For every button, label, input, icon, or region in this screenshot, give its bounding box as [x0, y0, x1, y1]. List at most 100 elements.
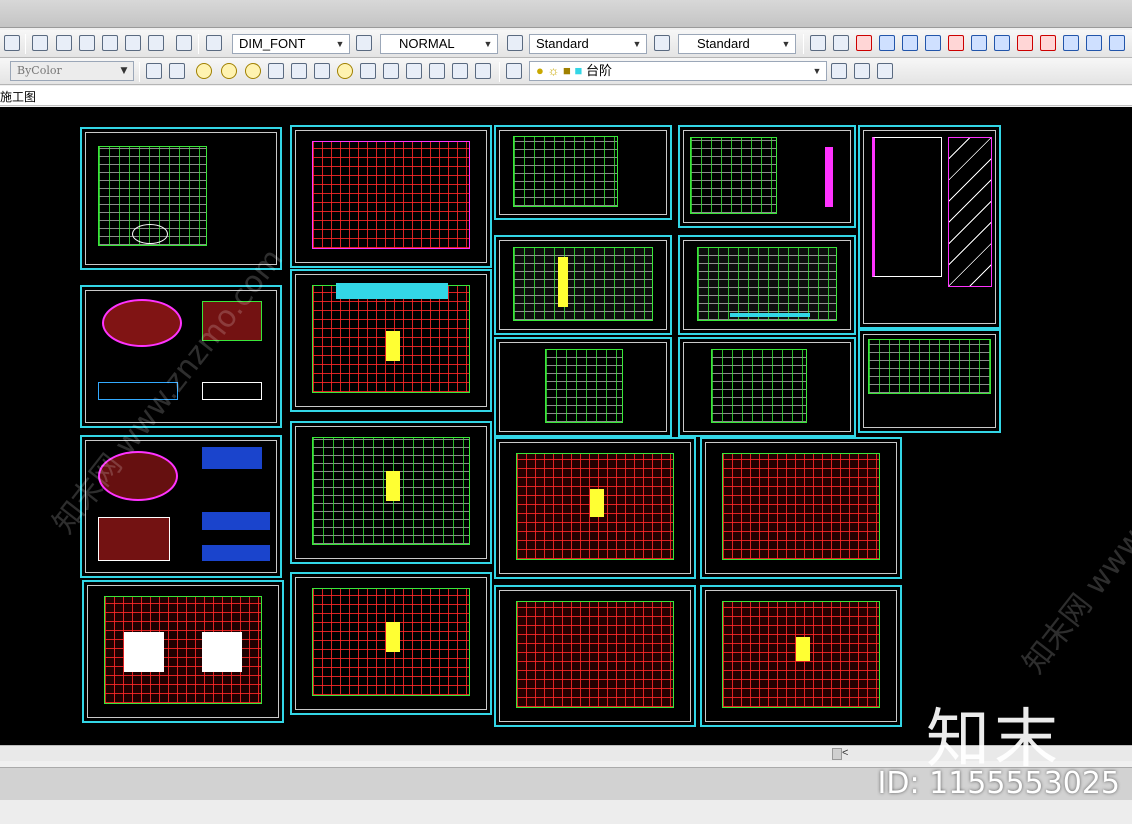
node-icon[interactable] — [879, 35, 895, 51]
plinth — [730, 313, 810, 317]
center-mark-icon[interactable] — [925, 35, 941, 51]
calculator-icon[interactable] — [148, 35, 164, 51]
multileader-style-combo[interactable]: Standard ▼ — [678, 34, 796, 54]
wall-icon[interactable] — [1109, 35, 1125, 51]
stair-section — [948, 137, 992, 287]
drawing-sheet[interactable] — [290, 572, 492, 715]
layer-walk-icon[interactable] — [475, 63, 491, 79]
isolate-icon[interactable] — [314, 63, 330, 79]
stair-icon[interactable] — [1017, 35, 1033, 51]
lock-icon[interactable] — [360, 63, 376, 79]
dim-style-combo[interactable]: DIM_FONT ▼ — [232, 34, 350, 54]
toolbar-separator — [25, 34, 26, 54]
dimension-style-icon[interactable] — [356, 35, 372, 51]
status-bar — [0, 800, 1132, 824]
design-center-icon[interactable] — [56, 35, 72, 51]
drawing-sheet[interactable] — [858, 329, 1001, 433]
drawing-sheet[interactable] — [678, 235, 856, 335]
linetype-value: ByColor — [17, 64, 62, 77]
layer-properties-icon[interactable] — [506, 63, 522, 79]
elevation — [202, 512, 270, 530]
zoom-icon[interactable] — [4, 35, 20, 51]
chevron-down-icon[interactable]: ▼ — [117, 63, 131, 79]
column-icon[interactable] — [1086, 35, 1102, 51]
layer-merge-icon[interactable] — [429, 63, 445, 79]
drawing-sheet[interactable] — [858, 125, 1001, 329]
drawing-sheet[interactable] — [494, 125, 672, 220]
properties-icon[interactable] — [32, 35, 48, 51]
table-style-combo[interactable]: Standard ▼ — [529, 34, 647, 54]
layer-on-icon[interactable] — [245, 63, 261, 79]
linear-dim-icon[interactable] — [948, 35, 964, 51]
baseline-dim-icon[interactable] — [971, 35, 987, 51]
drawing-sheet[interactable] — [290, 421, 492, 564]
section — [690, 136, 778, 215]
chevron-down-icon[interactable]: ▼ — [333, 36, 347, 52]
chevron-down-icon[interactable]: ▼ — [779, 36, 793, 52]
tab-drawing[interactable]: 施工图 — [0, 88, 36, 105]
roof-band — [336, 283, 448, 299]
scroll-left-button[interactable]: < — [842, 747, 848, 759]
thaw-icon[interactable] — [291, 63, 307, 79]
markup-icon[interactable] — [125, 35, 141, 51]
stair-core — [590, 489, 604, 517]
freeze-icon[interactable] — [268, 63, 284, 79]
drawing-sheet[interactable] — [494, 337, 672, 437]
door-icon[interactable] — [1063, 35, 1079, 51]
elevation — [544, 348, 624, 424]
table-style-icon[interactable] — [507, 35, 523, 51]
elevation — [202, 447, 262, 469]
layer-match-icon[interactable] — [406, 63, 422, 79]
wall-detail — [825, 147, 833, 207]
drawing-sheet[interactable] — [494, 585, 696, 727]
drawing-sheet[interactable] — [700, 437, 902, 579]
layer-previous-icon[interactable] — [854, 63, 870, 79]
text-style-icon[interactable] — [206, 35, 222, 51]
layer-icon[interactable] — [810, 35, 826, 51]
text-style-combo[interactable]: NORMAL ▼ — [380, 34, 498, 54]
dimension-icon[interactable] — [902, 35, 918, 51]
light-bulb-icon[interactable] — [196, 63, 212, 79]
color-swatch-icon: ■ — [574, 63, 583, 78]
layer-previous-icon[interactable] — [169, 63, 185, 79]
dim-style-value: DIM_FONT — [239, 36, 306, 51]
linetype-combo[interactable]: ByColor ▼ — [10, 61, 134, 81]
sheet-set-icon[interactable] — [102, 35, 118, 51]
tool-palettes-icon[interactable] — [79, 35, 95, 51]
table-icon[interactable] — [994, 35, 1010, 51]
sun-icon: ☼ — [547, 63, 560, 78]
floor-plan — [721, 452, 881, 561]
layer-translate-icon[interactable] — [877, 63, 893, 79]
grid-icon[interactable] — [856, 35, 872, 51]
layer-combo[interactable]: ● ☼ ■ ■ 台阶 ▼ — [529, 61, 827, 81]
drawing-sheet[interactable] — [678, 125, 856, 228]
layer-states-icon[interactable] — [833, 35, 849, 51]
title-bar — [0, 0, 1132, 28]
light-bulb-icon: ● — [536, 63, 544, 78]
drawing-sheet[interactable] — [494, 437, 696, 579]
drawing-sheet[interactable] — [290, 125, 492, 268]
unlock-icon[interactable] — [383, 63, 399, 79]
help-icon[interactable] — [176, 35, 192, 51]
chevron-down-icon[interactable]: ▼ — [630, 36, 644, 52]
drawing-canvas[interactable]: 知末网 www.znzmo.com 知末网 www.znzmo.com — [0, 107, 1132, 745]
layer-name: 台阶 — [586, 63, 613, 78]
watermark-id: ID: 1155553025 — [877, 766, 1120, 801]
drawing-sheet[interactable] — [82, 580, 284, 723]
elevation — [202, 382, 262, 400]
layer-delete-icon[interactable] — [452, 63, 468, 79]
layer-manager-icon[interactable] — [146, 63, 162, 79]
drawing-sheet[interactable] — [494, 235, 672, 335]
scrollbar-thumb[interactable] — [832, 748, 842, 760]
make-current-icon[interactable] — [831, 63, 847, 79]
multileader-style-icon[interactable] — [654, 35, 670, 51]
chevron-down-icon[interactable]: ▼ — [481, 36, 495, 52]
sun-icon[interactable] — [337, 63, 353, 79]
drawing-sheet[interactable] — [290, 269, 492, 412]
drawing-sheet[interactable] — [678, 337, 856, 437]
window-icon[interactable] — [1040, 35, 1056, 51]
layer-off-icon[interactable] — [221, 63, 237, 79]
stair-core — [386, 331, 400, 361]
chevron-down-icon[interactable]: ▼ — [810, 63, 824, 79]
drawing-sheet[interactable] — [700, 585, 902, 727]
